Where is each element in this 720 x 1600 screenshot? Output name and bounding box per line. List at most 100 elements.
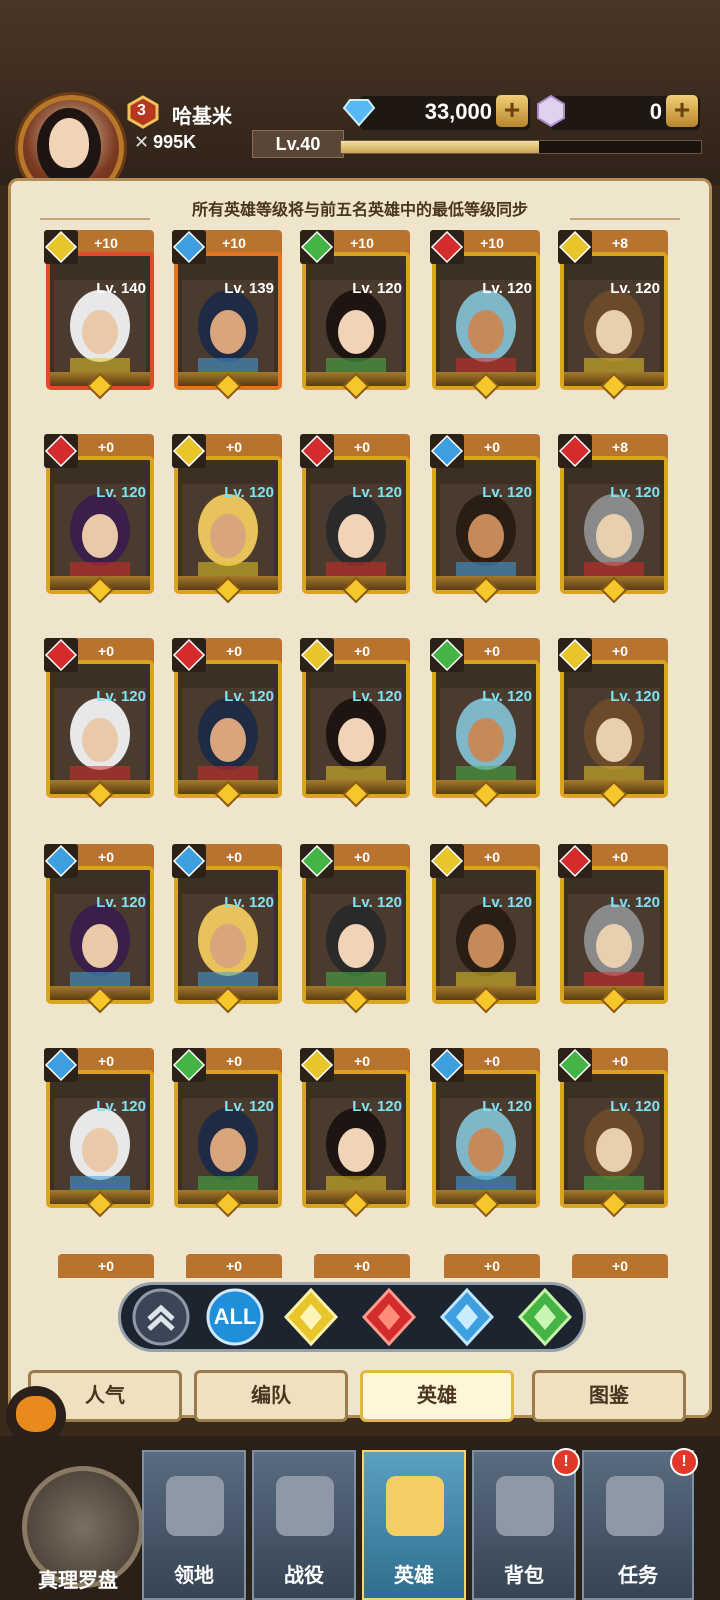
hero-level: Lv. 120: [610, 280, 660, 297]
filter-green-element-icon[interactable]: [514, 1286, 576, 1348]
hero-level: Lv. 120: [482, 1098, 532, 1115]
hero-card[interactable]: +0 Lv. 120: [44, 1048, 154, 1218]
hero-rarity-gem-icon: [86, 986, 114, 1014]
hero-card[interactable]: +0 Lv. 120: [172, 638, 282, 808]
hero-rarity-gem-icon: [86, 372, 114, 400]
hero-frame: Lv. 120: [432, 866, 540, 1004]
hero-element-icon: [430, 844, 464, 878]
sort-chevron-icon[interactable]: [130, 1286, 192, 1348]
hero-element-icon: [300, 844, 334, 878]
add-diamond-button[interactable]: +: [496, 95, 528, 127]
crossed-swords-icon: ✕: [134, 132, 150, 152]
hero-frame: Lv. 120: [46, 1070, 154, 1208]
hero-card[interactable]: +0 Lv. 120: [172, 844, 282, 1014]
hero-level: Lv. 140: [96, 280, 146, 297]
hero-rarity-gem-icon: [472, 372, 500, 400]
nav-campaign[interactable]: 战役: [252, 1450, 356, 1600]
hero-card[interactable]: +0 Lv. 120: [300, 1048, 410, 1218]
hero-element-icon: [430, 638, 464, 672]
hero-card-partial[interactable]: +0: [314, 1254, 410, 1278]
hero-card[interactable]: +10 Lv. 139: [172, 230, 282, 400]
hero-card[interactable]: +0 Lv. 120: [430, 1048, 540, 1218]
hero-level: Lv. 120: [482, 484, 532, 501]
hero-rarity-gem-icon: [472, 1190, 500, 1218]
hero-element-icon: [44, 638, 78, 672]
hero-card[interactable]: +0 Lv. 120: [558, 1048, 668, 1218]
hero-card[interactable]: +0 Lv. 120: [430, 638, 540, 808]
hero-level: Lv. 120: [96, 484, 146, 501]
filter-yellow-element-icon[interactable]: [280, 1286, 342, 1348]
filter-red-element-icon[interactable]: [358, 1286, 420, 1348]
hero-level: Lv. 120: [96, 688, 146, 705]
hero-card[interactable]: +0 Lv. 120: [44, 638, 154, 808]
hero-card[interactable]: +0 Lv. 120: [300, 844, 410, 1014]
hero-card[interactable]: +0 Lv. 120: [300, 638, 410, 808]
nav-bag[interactable]: 背包 !: [472, 1448, 580, 1600]
hero-level: Lv. 120: [482, 280, 532, 297]
hero-frame: Lv. 120: [174, 456, 282, 594]
hero-rarity-gem-icon: [214, 576, 242, 604]
nav-heroes-label: 英雄: [394, 1565, 434, 1587]
hero-element-icon: [300, 230, 334, 264]
nav-territory[interactable]: 领地: [142, 1450, 246, 1600]
hero-card-partial[interactable]: +0: [444, 1254, 540, 1278]
hero-frame: Lv. 120: [432, 660, 540, 798]
filter-blue-element-icon[interactable]: [436, 1286, 498, 1348]
hero-element-icon: [430, 230, 464, 264]
backpack-icon: [496, 1476, 554, 1536]
tab-heroes[interactable]: 英雄: [360, 1370, 514, 1422]
nav-quests[interactable]: 任务 !: [582, 1448, 698, 1600]
tab-formation[interactable]: 编队: [194, 1370, 348, 1422]
hero-card-partial[interactable]: +0: [186, 1254, 282, 1278]
tab-codex[interactable]: 图鉴: [532, 1370, 686, 1422]
diamond-count: 33,000: [424, 99, 492, 124]
hero-card-partial[interactable]: +0: [572, 1254, 668, 1278]
hero-card[interactable]: +0 Lv. 120: [44, 434, 154, 604]
hero-card[interactable]: +0 Lv. 120: [300, 434, 410, 604]
add-crystal-button[interactable]: +: [666, 95, 698, 127]
hero-element-icon: [300, 434, 334, 468]
hero-card[interactable]: +8 Lv. 120: [558, 434, 668, 604]
hero-frame: Lv. 120: [174, 866, 282, 1004]
hero-rarity-gem-icon: [214, 780, 242, 808]
hero-frame: Lv. 120: [46, 660, 154, 798]
hero-element-icon: [172, 230, 206, 264]
hero-level: Lv. 120: [96, 1098, 146, 1115]
exp-bar: [340, 140, 702, 154]
hero-element-icon: [430, 434, 464, 468]
hero-element-icon: [300, 638, 334, 672]
hero-card[interactable]: +0 Lv. 120: [172, 1048, 282, 1218]
hero-level: Lv. 120: [610, 1098, 660, 1115]
hero-card[interactable]: +0 Lv. 120: [430, 844, 540, 1014]
nav-heroes[interactable]: 英雄: [362, 1450, 466, 1600]
hero-card-partial[interactable]: +0: [58, 1254, 154, 1278]
hero-card[interactable]: +10 Lv. 140: [44, 230, 154, 400]
hero-frame: Lv. 120: [432, 252, 540, 390]
hero-card[interactable]: +10 Lv. 120: [430, 230, 540, 400]
hero-rarity-gem-icon: [600, 1190, 628, 1218]
hero-element-icon: [44, 434, 78, 468]
hero-frame: Lv. 120: [46, 866, 154, 1004]
crystal-icon: [537, 94, 565, 128]
hero-card[interactable]: +0 Lv. 120: [172, 434, 282, 604]
hero-element-icon: [44, 1048, 78, 1082]
hero-card[interactable]: +8 Lv. 120: [558, 230, 668, 400]
hero-level: Lv. 120: [610, 688, 660, 705]
level-sync-banner: 所有英雄等级将与前五名英雄中的最低等级同步: [191, 202, 528, 219]
hero-card[interactable]: +0 Lv. 120: [44, 844, 154, 1014]
hero-card[interactable]: +0 Lv. 120: [430, 434, 540, 604]
hero-rarity-gem-icon: [342, 1190, 370, 1218]
hero-card[interactable]: +10 Lv. 120: [300, 230, 410, 400]
hero-frame: Lv. 120: [432, 456, 540, 594]
player-name: 哈基米: [172, 106, 232, 128]
hero-frame: Lv. 120: [560, 1070, 668, 1208]
hero-card[interactable]: +0 Lv. 120: [558, 844, 668, 1014]
hero-rarity-gem-icon: [342, 576, 370, 604]
hero-element-icon: [172, 1048, 206, 1082]
hero-frame: Lv. 120: [302, 252, 410, 390]
hero-frame: Lv. 120: [560, 660, 668, 798]
castle-icon: [166, 1476, 224, 1536]
hero-card[interactable]: +0 Lv. 120: [558, 638, 668, 808]
hero-level: Lv. 120: [352, 894, 402, 911]
hero-level: Lv. 120: [96, 894, 146, 911]
